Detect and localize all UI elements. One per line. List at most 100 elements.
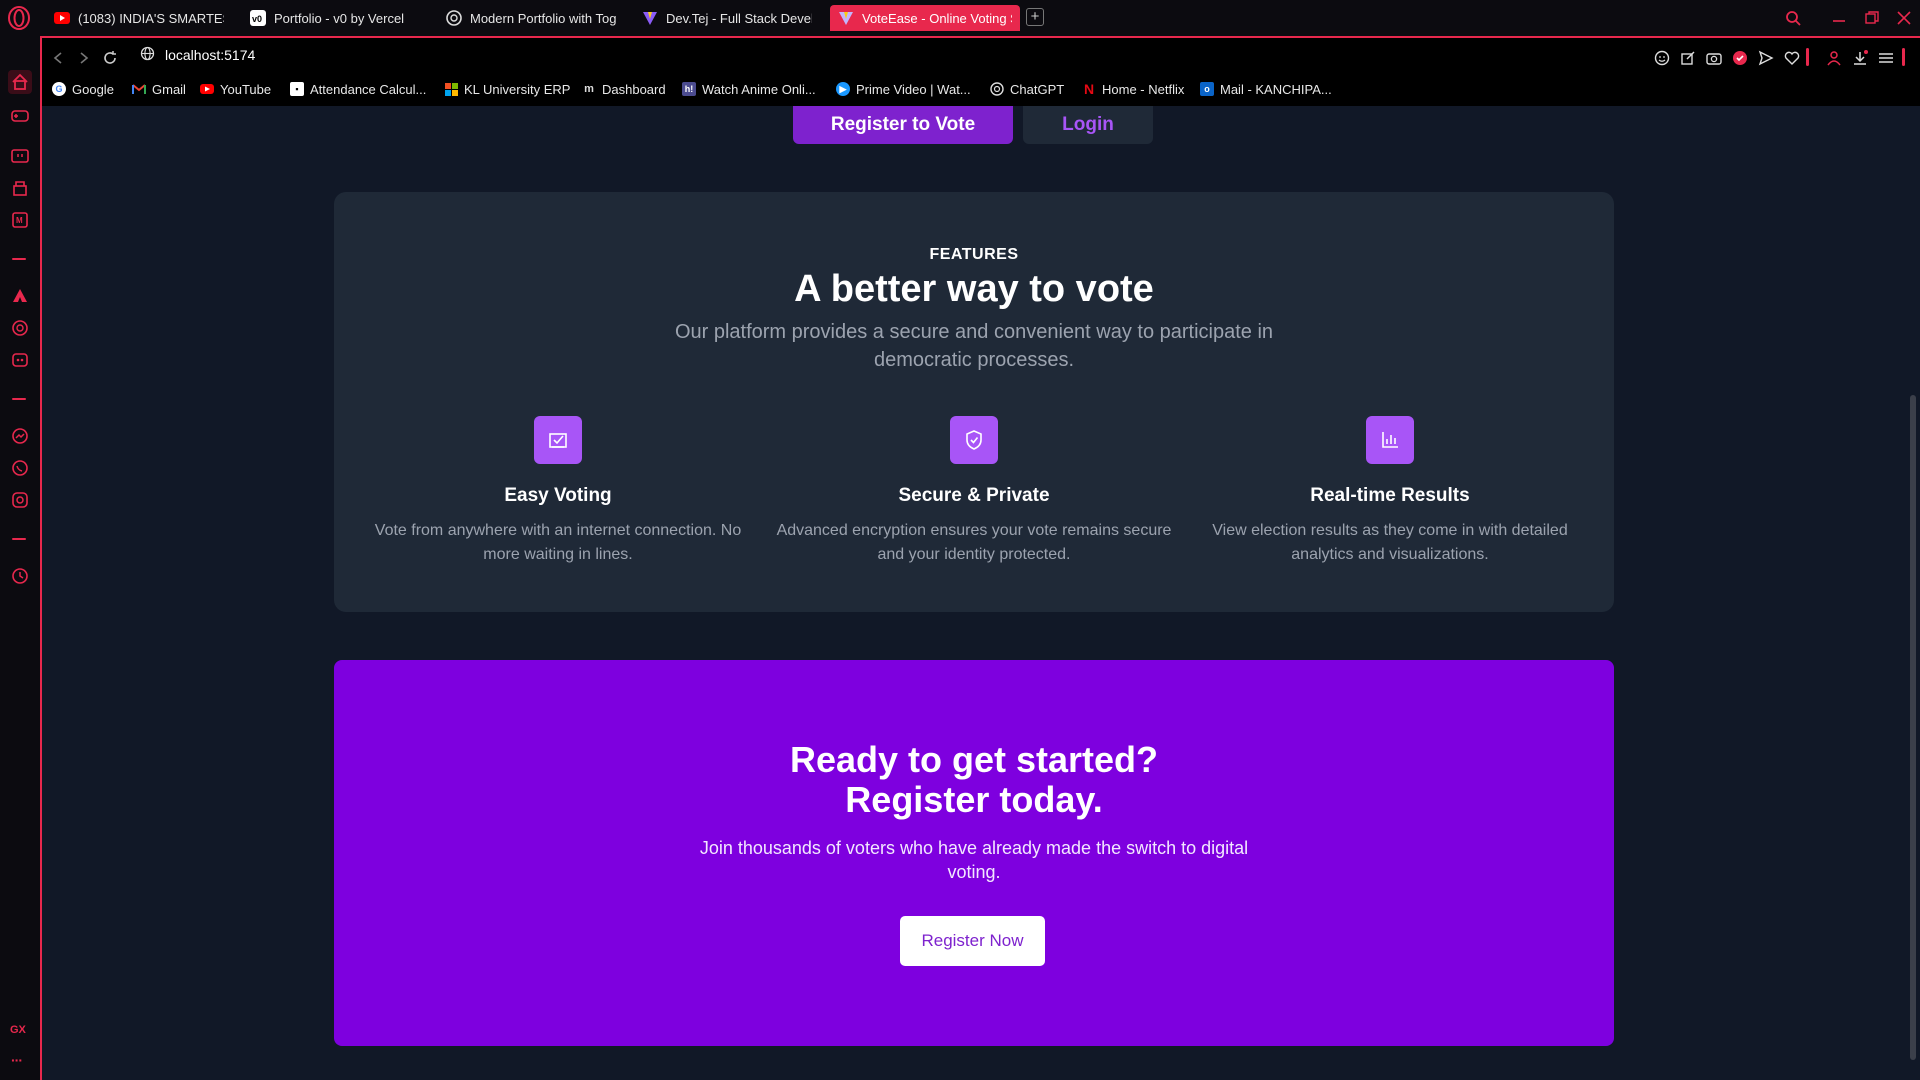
cta-section: Ready to get started? Register today. Jo… bbox=[334, 660, 1614, 1046]
browser-toolbar: localhost:5174 G Google Gmail YouTube ▪ … bbox=[40, 36, 1920, 106]
gmail-icon bbox=[132, 82, 146, 96]
heart-icon[interactable] bbox=[1782, 48, 1802, 68]
tab-strip: (1083) INDIA'S SMARTEST v0 Portfolio - v… bbox=[0, 0, 1920, 36]
bookmark-label: Watch Anime Onli... bbox=[702, 81, 816, 97]
bookmark-dashboard[interactable]: m Dashboard bbox=[582, 79, 666, 99]
messenger-icon[interactable] bbox=[8, 424, 32, 448]
bookmark-google[interactable]: G Google bbox=[52, 79, 114, 99]
cta-title-line1: Ready to get started? bbox=[789, 739, 1159, 780]
bookmark-netflix[interactable]: N Home - Netflix bbox=[1082, 79, 1184, 99]
cta-title-line2: Register today. bbox=[845, 779, 1103, 820]
bookmark-gmail[interactable]: Gmail bbox=[132, 79, 186, 99]
camera-icon[interactable] bbox=[1704, 48, 1724, 68]
news-icon[interactable]: M bbox=[8, 208, 32, 232]
bar-chart-icon bbox=[1366, 416, 1414, 464]
history-clock-icon[interactable] bbox=[8, 564, 32, 588]
tab-title: Modern Portfolio with Tog bbox=[470, 10, 616, 26]
tab-modern-portfolio[interactable]: Modern Portfolio with Tog bbox=[438, 5, 624, 31]
bookmark-youtube[interactable]: YouTube bbox=[200, 79, 271, 99]
feature-description: Vote from anywhere with an internet conn… bbox=[374, 522, 742, 563]
profile-icon[interactable] bbox=[1824, 48, 1844, 68]
svg-text:v0: v0 bbox=[252, 14, 262, 24]
feature-title: Secure & Private bbox=[898, 485, 1050, 506]
game-controller-icon[interactable] bbox=[8, 104, 32, 128]
easy-setup-menu-icon[interactable] bbox=[1876, 48, 1896, 68]
anime-icon: h! bbox=[682, 82, 696, 96]
register-now-button[interactable]: Register Now bbox=[900, 916, 1045, 966]
bookmark-label: ChatGPT bbox=[1010, 81, 1065, 97]
dashboard-icon: m bbox=[584, 83, 594, 95]
feature-description: Advanced encryption ensures your vote re… bbox=[776, 522, 1172, 563]
v0-icon: v0 bbox=[250, 10, 266, 26]
whatsapp-icon[interactable] bbox=[8, 456, 32, 480]
opera-logo-icon[interactable] bbox=[6, 5, 32, 31]
page-viewport: Register to Vote Login FEATURES A better… bbox=[42, 106, 1908, 1080]
forward-icon[interactable] bbox=[74, 48, 94, 68]
bookmark-attendance[interactable]: ▪ Attendance Calcul... bbox=[290, 79, 426, 99]
bookmark-chatgpt[interactable]: ChatGPT bbox=[990, 79, 1064, 99]
twitch-icon[interactable] bbox=[8, 144, 32, 168]
bookmark-label: Dashboard bbox=[602, 81, 666, 97]
bookmark-label: Attendance Calcul... bbox=[310, 81, 427, 97]
tab-title: VoteEase - Online Voting S bbox=[862, 10, 1012, 26]
edit-share-icon[interactable] bbox=[1678, 48, 1698, 68]
new-tab-button[interactable]: + bbox=[1026, 8, 1044, 26]
close-window-icon[interactable] bbox=[1890, 6, 1918, 30]
home-icon[interactable] bbox=[8, 70, 32, 94]
features-heading: A better way to vote bbox=[794, 268, 1154, 310]
sidebar-more-icon[interactable]: ··· bbox=[11, 1052, 23, 1068]
netflix-icon: N bbox=[1083, 81, 1095, 97]
chatgpt-icon[interactable] bbox=[8, 316, 32, 340]
restore-icon[interactable] bbox=[1858, 6, 1886, 30]
feature-easy-voting: Easy Voting Vote from anywhere with an i… bbox=[358, 416, 758, 567]
bookmark-label: KL University ERP bbox=[464, 81, 571, 97]
adblock-shield-icon[interactable] bbox=[1730, 48, 1750, 68]
feature-realtime-results: Real-time Results View election results … bbox=[1190, 416, 1590, 567]
instagram-icon[interactable] bbox=[8, 488, 32, 512]
minimize-icon[interactable] bbox=[1825, 6, 1853, 30]
sidebar-separator bbox=[12, 538, 26, 540]
features-eyebrow: FEATURES bbox=[929, 246, 1019, 263]
store-icon[interactable] bbox=[8, 176, 32, 200]
tab-devtej[interactable]: Dev.Tej - Full Stack Develo bbox=[634, 5, 820, 31]
discord-icon[interactable] bbox=[8, 348, 32, 372]
gx-label[interactable]: GX bbox=[10, 1024, 26, 1036]
send-icon[interactable] bbox=[1756, 48, 1776, 68]
browser-sidebar: M GX ··· bbox=[0, 36, 40, 1080]
bookmark-label: Gmail bbox=[152, 81, 186, 97]
bookmark-label: Google bbox=[72, 81, 114, 97]
feature-description: View election results as they come in wi… bbox=[1212, 522, 1568, 563]
svg-text:M: M bbox=[16, 216, 23, 225]
downloads-icon[interactable] bbox=[1850, 48, 1870, 68]
login-button[interactable]: Login bbox=[1023, 106, 1153, 144]
scrollbar-thumb[interactable] bbox=[1910, 395, 1916, 1060]
features-subtitle: Our platform provides a secure and conve… bbox=[674, 321, 1274, 371]
tab-youtube[interactable]: (1083) INDIA'S SMARTEST bbox=[46, 5, 232, 31]
tab-title: Portfolio - v0 by Vercel bbox=[274, 10, 405, 26]
tab-v0[interactable]: v0 Portfolio - v0 by Vercel bbox=[242, 5, 428, 31]
cta-subtitle: Join thousands of voters who have alread… bbox=[699, 838, 1249, 882]
bookmark-kl-erp[interactable]: KL University ERP bbox=[444, 79, 570, 99]
bookmark-prime-video[interactable]: ▶ Prime Video | Wat... bbox=[836, 79, 971, 99]
toolbar-separator bbox=[1806, 48, 1809, 66]
register-to-vote-button[interactable]: Register to Vote bbox=[793, 106, 1013, 144]
bookmark-anime[interactable]: h! Watch Anime Onli... bbox=[682, 79, 816, 99]
youtube-icon bbox=[54, 10, 70, 26]
search-tabs-icon[interactable] bbox=[1779, 6, 1807, 30]
aria-icon[interactable] bbox=[8, 284, 32, 308]
bookmark-label: Mail - KANCHIPA... bbox=[1220, 81, 1332, 97]
tab-voteease[interactable]: VoteEase - Online Voting S bbox=[830, 5, 1020, 31]
toolbar-separator bbox=[1902, 48, 1905, 66]
tab-title: Dev.Tej - Full Stack Develo bbox=[666, 10, 812, 26]
youtube-icon bbox=[200, 82, 214, 96]
emoji-icon[interactable] bbox=[1652, 48, 1672, 68]
windows-grid-icon bbox=[444, 82, 458, 96]
chatgpt-icon bbox=[446, 10, 462, 26]
address-bar[interactable]: localhost:5174 bbox=[140, 46, 255, 64]
bookmark-label: Home - Netflix bbox=[1102, 81, 1185, 97]
back-icon[interactable] bbox=[48, 48, 68, 68]
bookmark-outlook[interactable]: o Mail - KANCHIPA... bbox=[1200, 79, 1332, 99]
cta-title: Ready to get started? Register today. bbox=[334, 740, 1614, 820]
reload-icon[interactable] bbox=[100, 48, 120, 68]
feature-title: Easy Voting bbox=[504, 485, 612, 506]
